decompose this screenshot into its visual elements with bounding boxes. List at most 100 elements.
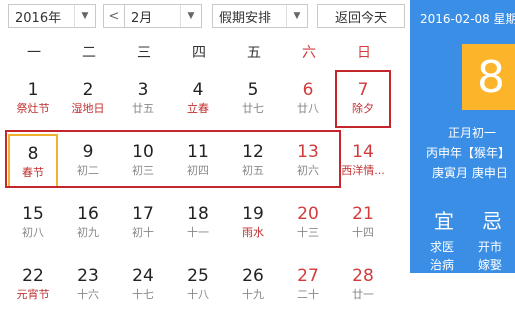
lunar-label: 湿地日 <box>71 102 105 115</box>
day-cell[interactable]: 2 湿地日 <box>63 72 113 126</box>
day-number: 6 <box>302 80 314 100</box>
day-cell[interactable]: 20 十三 <box>283 196 333 250</box>
day-number: 13 <box>297 142 319 162</box>
day-cell[interactable]: 24 十七 <box>118 258 168 312</box>
prev-month-button[interactable]: < <box>103 4 125 28</box>
day-cell[interactable]: 1 祭灶节 <box>8 72 58 126</box>
ganzhi-year: 丙申年【猴年】 <box>426 146 511 160</box>
day-cell[interactable]: 10 初三 <box>118 134 168 188</box>
lunar-label: 初八 <box>22 226 44 239</box>
day-number: 28 <box>352 266 374 286</box>
day-cell[interactable]: 16 初九 <box>63 196 113 250</box>
day-number: 8 <box>27 144 39 164</box>
ji-item: 开市 <box>478 240 503 254</box>
chevron-down-icon[interactable]: ▼ <box>286 5 307 27</box>
lunar-label: 十一 <box>187 226 209 239</box>
day-cell[interactable]: 25 十八 <box>173 258 223 312</box>
selected-day-number: 8 <box>462 44 515 110</box>
day-number: 12 <box>242 142 264 162</box>
lunar-label: 春节 <box>22 166 44 179</box>
day-number: 7 <box>357 80 369 100</box>
weekday-sun: 日 <box>357 45 371 61</box>
calendar-grid: 1 祭灶节 2 湿地日 3 廿五 4 立春 5 廿七 6 廿八 7 除夕 8 春节 9 初二 10 初三 11 初四 12 初… <box>5 70 406 301</box>
day-cell[interactable]: 5 廿七 <box>228 72 278 126</box>
lunar-label: 元宵节 <box>16 288 50 301</box>
calendar-toolbar: 2016年 ▼ < 2月 ▼ 假期安排 ▼ 返回今天 <box>0 0 410 34</box>
day-number: 23 <box>77 266 99 286</box>
selected-date-text: 2016-02-08 星期一 <box>420 12 515 26</box>
day-number: 18 <box>187 204 209 224</box>
day-number: 3 <box>137 80 149 100</box>
chevron-down-icon[interactable]: ▼ <box>74 5 95 27</box>
weekday-fri: 五 <box>247 45 261 61</box>
lunar-label: 初十 <box>132 226 154 239</box>
day-number: 11 <box>187 142 209 162</box>
ji-heading: 忌 <box>482 209 502 233</box>
day-detail-panel: 2016-02-08 星期一 8 正月初一 丙申年【猴年】 庚寅月 庚申日 宜 … <box>410 0 515 273</box>
day-number: 21 <box>352 204 374 224</box>
day-cell[interactable]: 27 二十 <box>283 258 333 312</box>
day-cell[interactable]: 17 初十 <box>118 196 168 250</box>
day-cell[interactable]: 19 雨水 <box>228 196 278 250</box>
lunar-label: 二十 <box>297 288 319 301</box>
lunar-label: 十三 <box>297 226 319 239</box>
day-cell[interactable]: 14 西洋情... <box>338 134 388 188</box>
year-value: 2016年 <box>15 10 62 26</box>
day-number: 5 <box>247 80 259 100</box>
weekday-sat: 六 <box>302 45 316 61</box>
lunar-date: 正月初一 <box>448 126 497 140</box>
day-cell[interactable]: 7 除夕 <box>338 72 388 126</box>
day-cell[interactable]: 12 初五 <box>228 134 278 188</box>
lunar-label: 祭灶节 <box>16 102 50 115</box>
day-cell[interactable]: 18 十一 <box>173 196 223 250</box>
lunar-label: 十六 <box>77 288 99 301</box>
day-cell[interactable]: 9 初二 <box>63 134 113 188</box>
yi-heading: 宜 <box>434 209 454 233</box>
day-number: 26 <box>242 266 264 286</box>
day-number: 24 <box>132 266 154 286</box>
back-to-today-button[interactable]: 返回今天 <box>317 4 405 28</box>
lunar-label: 雨水 <box>242 226 264 239</box>
day-number: 14 <box>352 142 374 162</box>
lunar-label: 廿八 <box>297 102 319 115</box>
lunar-label: 初三 <box>132 164 154 177</box>
holiday-select[interactable]: 假期安排 ▼ <box>212 4 308 28</box>
day-cell[interactable]: 11 初四 <box>173 134 223 188</box>
lunar-label: 初六 <box>297 164 319 177</box>
weekday-tue: 二 <box>82 45 96 61</box>
ganzhi-month-day: 庚寅月 庚申日 <box>432 166 508 180</box>
day-cell[interactable]: 22 元宵节 <box>8 258 58 312</box>
day-number: 9 <box>82 142 94 162</box>
day-number: 20 <box>297 204 319 224</box>
day-number: 16 <box>77 204 99 224</box>
day-number: 25 <box>187 266 209 286</box>
day-cell[interactable]: 3 廿五 <box>118 72 168 126</box>
weekday-header: 一 二 三 四 五 六 日 <box>8 42 406 66</box>
lunar-label: 立春 <box>187 102 209 115</box>
lunar-label: 西洋情... <box>341 164 385 177</box>
day-cell[interactable]: 23 十六 <box>63 258 113 312</box>
day-number: 15 <box>22 204 44 224</box>
day-cell[interactable]: 6 廿八 <box>283 72 333 126</box>
day-number: 10 <box>132 142 154 162</box>
ji-item: 嫁娶 <box>478 258 503 272</box>
day-number: 27 <box>297 266 319 286</box>
lunar-label: 初二 <box>77 164 99 177</box>
day-cell[interactable]: 4 立春 <box>173 72 223 126</box>
weekday-mon: 一 <box>27 45 41 61</box>
day-cell[interactable]: 13 初六 <box>283 134 333 188</box>
day-cell[interactable]: 28 廿一 <box>338 258 388 312</box>
month-select[interactable]: 2月 ▼ <box>124 4 202 28</box>
yi-item: 求医 <box>430 240 455 254</box>
chevron-down-icon[interactable]: ▼ <box>180 5 201 27</box>
day-number: 2 <box>82 80 94 100</box>
lunar-label: 廿七 <box>242 102 264 115</box>
day-cell[interactable]: 26 十九 <box>228 258 278 312</box>
lunar-label: 除夕 <box>352 102 374 115</box>
year-select[interactable]: 2016年 ▼ <box>8 4 96 28</box>
day-cell[interactable]: 15 初八 <box>8 196 58 250</box>
weekday-wed: 三 <box>137 45 151 61</box>
day-cell[interactable]: 8 春节 <box>8 134 58 188</box>
chevron-left-icon: < <box>108 8 120 24</box>
day-cell[interactable]: 21 十四 <box>338 196 388 250</box>
